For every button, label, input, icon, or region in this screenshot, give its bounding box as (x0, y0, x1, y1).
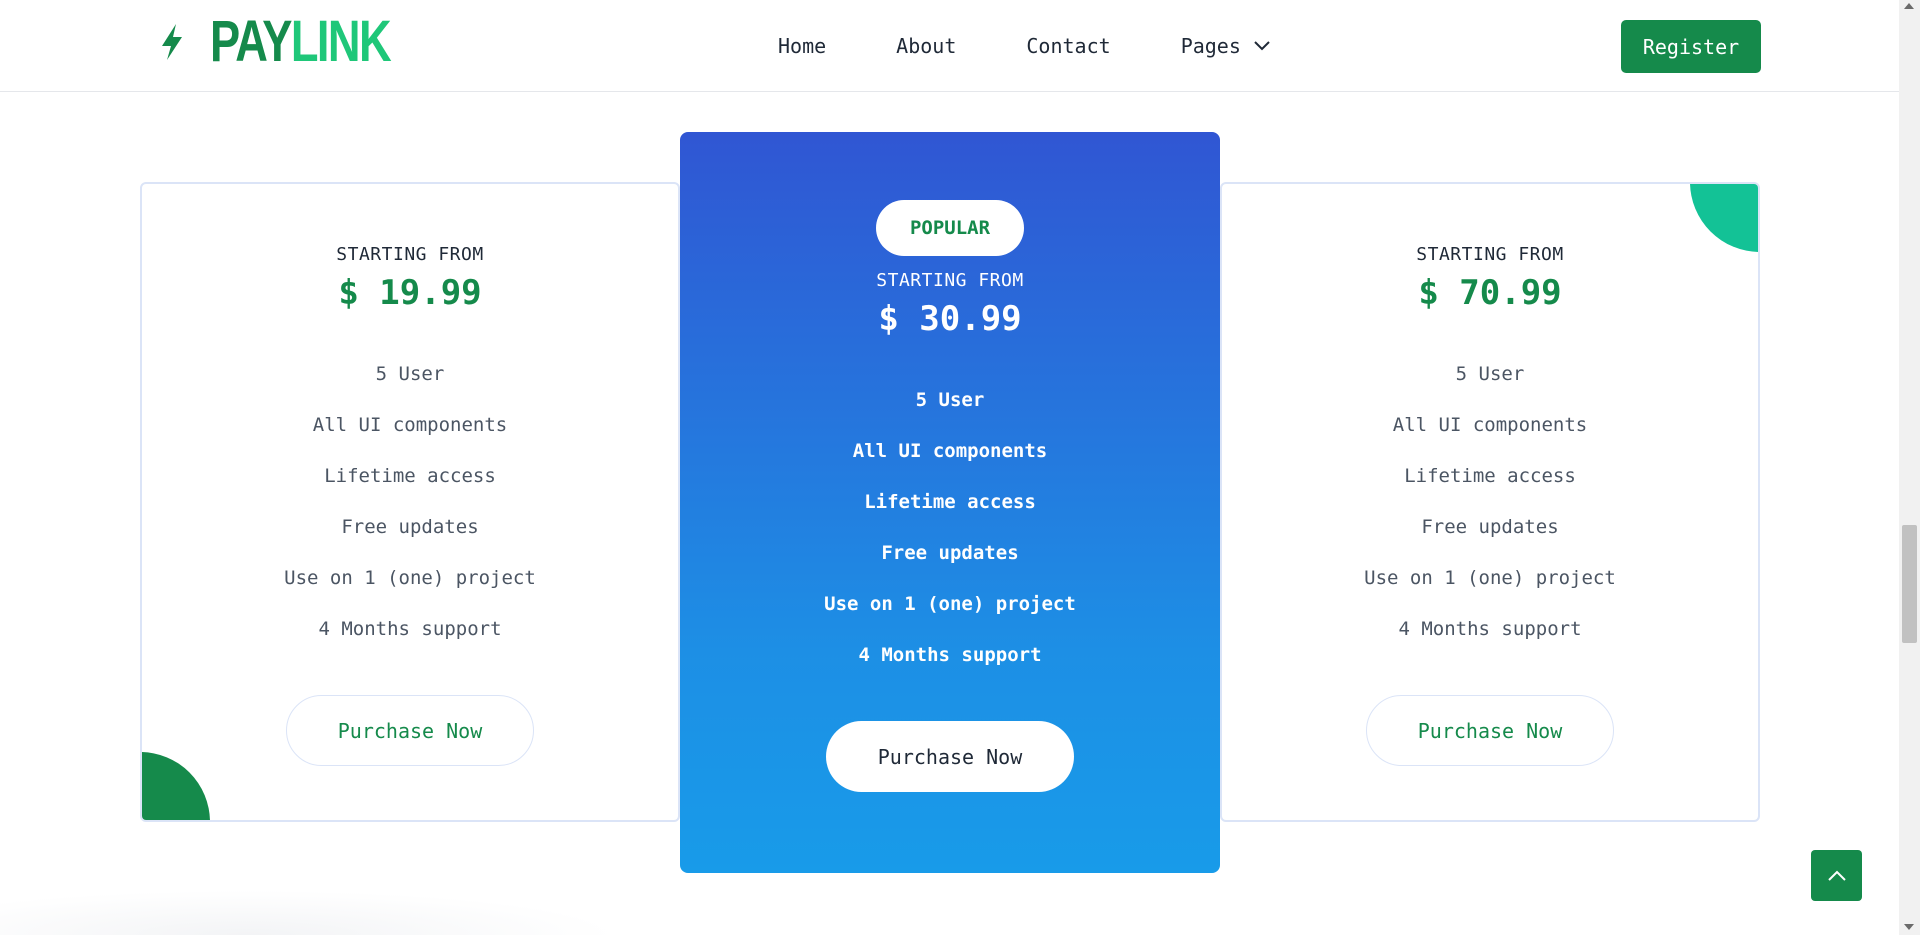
feature-item: Lifetime access (864, 491, 1036, 513)
register-button[interactable]: Register (1621, 20, 1761, 73)
feature-item: Use on 1 (one) project (284, 567, 536, 589)
feature-item: 4 Months support (1398, 618, 1582, 640)
bolt-icon (162, 24, 182, 60)
feature-list: 5 User All UI components Lifetime access… (680, 375, 1220, 681)
feature-item: 5 User (375, 363, 445, 385)
purchase-now-button[interactable]: Purchase Now (826, 721, 1074, 792)
feature-item: 5 User (915, 389, 985, 411)
decorative-corner (142, 752, 210, 820)
nav-contact[interactable]: Contact (1026, 34, 1110, 58)
site-header: PAYLINK Home About Contact Pages Registe… (0, 0, 1899, 92)
feature-item: Use on 1 (one) project (1364, 567, 1616, 589)
chevron-down-icon (1254, 41, 1270, 51)
logo[interactable]: PAYLINK (158, 13, 441, 71)
pricing-card-basic: STARTING FROM $ 19.99 5 User All UI comp… (140, 182, 680, 822)
back-to-top-button[interactable] (1811, 850, 1862, 901)
logo-text-link: LINK (290, 9, 392, 74)
scrollbar-thumb[interactable] (1902, 525, 1917, 643)
page-scrollbar[interactable] (1899, 0, 1920, 935)
plan-price: $ 30.99 (878, 299, 1022, 339)
scroll-down-arrow-icon[interactable] (1904, 924, 1914, 930)
feature-item: 4 Months support (858, 644, 1042, 666)
pricing-card-premium: STARTING FROM $ 70.99 5 User All UI comp… (1220, 182, 1760, 822)
feature-item: Lifetime access (1404, 465, 1576, 487)
feature-item: Use on 1 (one) project (824, 593, 1076, 615)
purchase-now-button[interactable]: Purchase Now (1366, 695, 1614, 766)
plan-price: $ 19.99 (338, 273, 482, 313)
purchase-now-button[interactable]: Purchase Now (286, 695, 534, 766)
nav-pages-label: Pages (1180, 34, 1241, 58)
decorative-corner (1690, 184, 1758, 252)
feature-item: All UI components (312, 414, 508, 436)
scroll-up-arrow-icon[interactable] (1904, 3, 1914, 9)
logo-text: PAYLINK (210, 13, 392, 71)
nav-pages-dropdown[interactable]: Pages (1181, 34, 1271, 58)
main-nav: Home About Contact Pages (778, 34, 1271, 58)
feature-list: 5 User All UI components Lifetime access… (1222, 349, 1758, 655)
nav-home[interactable]: Home (778, 34, 826, 58)
feature-item: 4 Months support (318, 618, 502, 640)
logo-text-pay: PAY (210, 9, 292, 74)
faded-background-text (770, 8, 1130, 34)
starting-from-label: STARTING FROM (336, 244, 484, 265)
feature-item: Lifetime access (324, 465, 496, 487)
pricing-card-popular: POPULAR STARTING FROM $ 30.99 5 User All… (680, 132, 1220, 873)
feature-item: Free updates (1421, 516, 1559, 538)
starting-from-label: STARTING FROM (876, 270, 1024, 291)
chevron-up-icon (1827, 870, 1846, 881)
popular-badge: POPULAR (876, 200, 1024, 256)
feature-item: All UI components (852, 440, 1048, 462)
plan-price: $ 70.99 (1418, 273, 1562, 313)
feature-item: Free updates (341, 516, 479, 538)
feature-item: 5 User (1455, 363, 1525, 385)
decorative-blur (0, 890, 620, 935)
feature-item: All UI components (1392, 414, 1588, 436)
nav-about[interactable]: About (896, 34, 956, 58)
starting-from-label: STARTING FROM (1416, 244, 1564, 265)
feature-list: 5 User All UI components Lifetime access… (142, 349, 678, 655)
feature-item: Free updates (881, 542, 1019, 564)
